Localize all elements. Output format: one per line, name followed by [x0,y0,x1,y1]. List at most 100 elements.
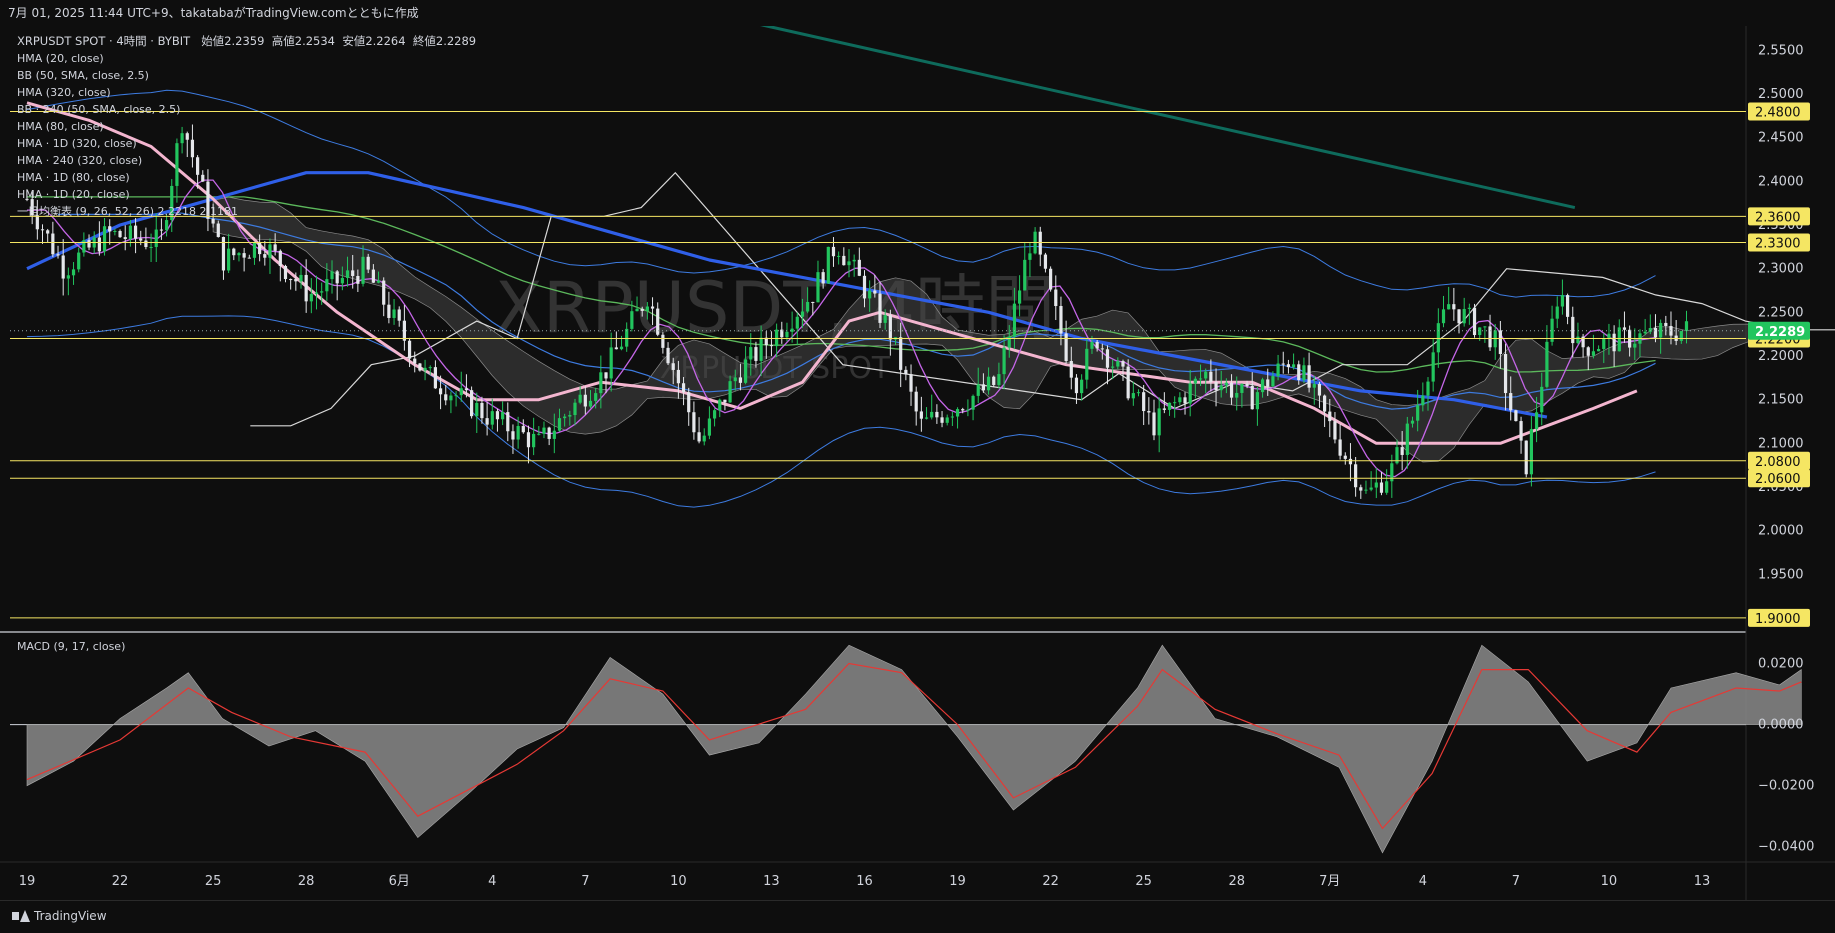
candle-body [1064,333,1068,361]
candle-body [878,293,882,323]
tradingview-brand[interactable]: TradingView [12,909,107,923]
candle-body [423,367,427,371]
candle-body [1431,352,1435,382]
open-value: 2.2359 [224,34,265,48]
candle-body [413,358,417,364]
candle-body [1142,392,1146,412]
candle-body [309,293,313,302]
price-level-label[interactable]: 2.3300 [1748,233,1810,252]
candle-body [46,230,50,234]
candle-body [299,274,303,282]
candle-body [619,346,624,350]
candle-body [371,269,375,283]
candle-body [1297,364,1301,381]
candle-body [997,374,1001,385]
legend-indicator[interactable]: HMA · 1D (80, close) [17,169,476,186]
candle-body [56,254,60,256]
candle-body [490,411,494,425]
candle-body [718,399,722,411]
candle-body [1049,268,1053,290]
candle-body [1664,322,1668,326]
candle-body [1586,347,1590,356]
current-price-label[interactable]: 2.2289 [1748,321,1810,340]
candle-body [1426,381,1430,396]
legend-indicator[interactable]: HMA (20, close) [17,50,476,67]
candle-body [1214,382,1218,391]
price-level-label[interactable]: 2.4800 [1748,102,1810,121]
candle-body [366,256,370,270]
legend-indicator[interactable]: HMA · 1D (20, close) [17,186,476,203]
price-level-label[interactable]: 1.9000 [1748,608,1810,627]
price-level-label[interactable]: 2.0600 [1748,469,1810,488]
legend-indicator[interactable]: HMA (80, close) [17,118,476,135]
candle-body [1002,347,1006,375]
time-axis-tick: 10 [670,874,687,889]
candle-body [754,347,758,361]
candle-body [144,240,148,248]
candle-body [87,240,91,248]
candle-body [955,409,960,417]
candle-body [1291,364,1296,368]
candle-body [113,230,117,232]
candle-body [247,257,251,259]
price-level-label-text: 2.3300 [1755,237,1801,252]
candle-body [1043,254,1048,269]
macd-legend[interactable]: MACD (9, 17, close) [17,640,125,653]
price-level-label-text: 2.4800 [1755,106,1801,121]
candle-body [1343,455,1347,459]
candle-body [1457,309,1461,324]
candle-body [1198,378,1203,380]
time-axis-tick: 7 [581,874,589,889]
time-axis-tick: 28 [298,874,315,889]
legend-indicator[interactable]: HMA (320, close) [17,84,476,101]
candle-body [1167,402,1172,410]
candle-body [1074,377,1079,394]
legend-indicator[interactable]: HMA · 1D (320, close) [17,135,476,152]
candle-body [1059,306,1063,334]
legend-indicator[interactable]: HMA · 240 (320, close) [17,152,476,169]
high-value: 2.2534 [294,34,335,48]
candle-body [1266,379,1270,387]
candle-body [712,410,717,419]
candle-body [743,359,748,383]
candle-body [873,290,877,294]
price-level-label[interactable]: 2.0800 [1748,451,1810,470]
candle-body [821,272,825,284]
candle-body [1679,331,1683,341]
candle-body [609,347,613,379]
candle-body [1260,379,1265,393]
legend-indicator[interactable]: BB · 240 (50, SMA, close, 2.5) [17,101,476,118]
legend-indicator[interactable]: 一目均衡表 (9, 26, 52, 26) 2.2218 2.1181 [17,203,476,220]
candle-body [971,395,975,410]
candle-body [795,316,799,329]
candle-body [847,261,851,266]
price-axis-tick: 2.0000 [1758,524,1804,539]
chart-legend: XRPUSDT SPOT · 4時間 · BYBIT 始値2.2359 高値2.… [17,33,476,220]
candle-body [1178,397,1182,403]
time-axis-tick: 10 [1601,874,1618,889]
time-axis-tick: 7月 [1319,874,1340,889]
candle-body [635,308,639,312]
time-axis-tick: 19 [19,874,36,889]
candle-body [557,418,562,431]
time-axis-tick: 25 [205,874,222,889]
candle-body [1633,343,1637,348]
candle-body [1080,379,1084,394]
candle-body [1307,365,1311,388]
legend-indicator[interactable]: BB (50, SMA, close, 2.5) [17,67,476,84]
macd-axis-tick: −0.0200 [1758,779,1814,794]
candle-body [1684,321,1689,332]
candle-body [159,229,164,231]
candle-body [268,244,272,258]
candle-body [1328,411,1332,422]
candle-body [97,237,101,252]
price-level-label-text: 1.9000 [1755,612,1801,627]
price-level-label[interactable]: 2.3600 [1748,207,1810,226]
candle-body [1147,411,1151,413]
candle-body [831,246,836,257]
candle-body [914,391,918,412]
candle-body [1576,336,1580,344]
candle-body [526,432,531,448]
tradingview-logo-icon [12,910,30,922]
candle-body [552,430,556,439]
